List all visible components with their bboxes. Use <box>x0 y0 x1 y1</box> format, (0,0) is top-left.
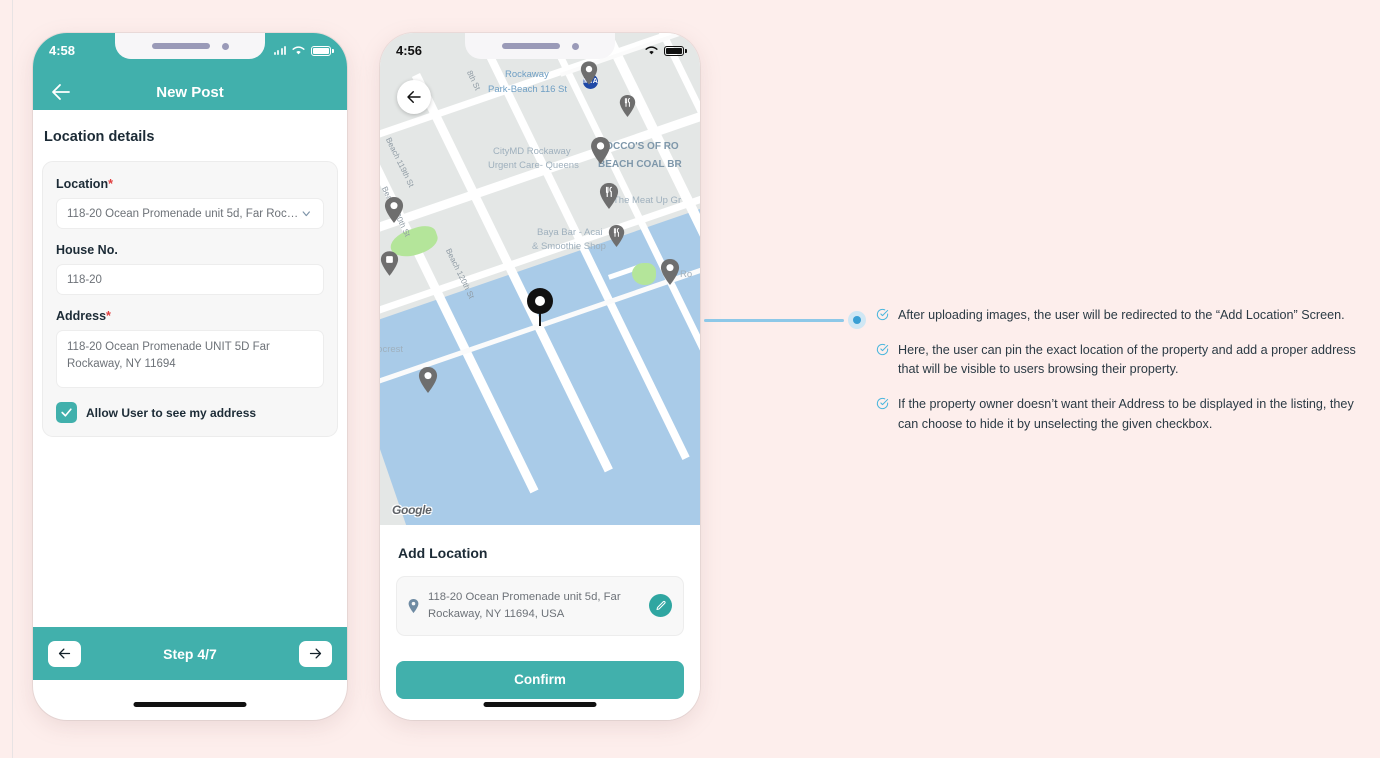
map-poi-pin-icon <box>591 137 610 164</box>
annotation-connector-dot <box>853 316 861 324</box>
phone1-content: Location details Location* 118-20 Ocean … <box>33 110 347 646</box>
pencil-icon <box>656 600 666 610</box>
check-circle-icon <box>876 398 889 410</box>
map-poi-label: Ro <box>680 269 693 280</box>
annotation-list: After uploading images, the user will be… <box>876 306 1362 450</box>
step-indicator: Step 4/7 <box>163 645 217 662</box>
check-circle-icon <box>876 308 889 321</box>
required-asterisk: * <box>108 177 113 191</box>
edit-address-button[interactable] <box>649 594 672 618</box>
map-transit-label: Rockaway <box>505 69 549 80</box>
map-poi-label: The Meat Up Gr <box>613 195 682 206</box>
page-edge-divider <box>12 0 13 758</box>
signal-dots-icon <box>273 46 286 55</box>
map-poi-label: CityMD Rockaway <box>493 146 571 157</box>
map-street-label: 8th St <box>464 69 483 92</box>
step-footer: Step 4/7 <box>33 627 347 680</box>
battery-icon <box>664 45 687 56</box>
map-view[interactable]: Beach 119th St Beach 120th St 8th St Bea… <box>380 33 700 525</box>
home-indicator <box>133 702 247 707</box>
restaurant-pin-icon <box>599 183 619 209</box>
house-no-value: 118-20 <box>67 273 102 286</box>
sheet-title: Add Location <box>398 545 488 561</box>
map-poi-label: rocrest <box>380 344 404 355</box>
allow-address-label: Allow User to see my address <box>86 405 257 420</box>
map-park-area <box>632 263 656 285</box>
phone-mockup-add-location: Beach 119th St Beach 120th St 8th St Bea… <box>380 33 700 720</box>
front-camera <box>571 42 579 50</box>
speaker-grille <box>151 43 210 49</box>
arrow-right-icon <box>309 648 322 659</box>
map-poi-pin-icon <box>418 367 438 393</box>
home-indicator <box>483 702 597 707</box>
arrow-left-icon <box>407 91 421 103</box>
annotation-item: After uploading images, the user will be… <box>876 306 1362 325</box>
chevron-down-icon <box>303 211 311 217</box>
google-watermark: Google <box>392 503 432 517</box>
phone2-notch <box>465 33 615 59</box>
annotation-item: If the property owner doesn’t want their… <box>876 395 1362 433</box>
page-left-edge <box>0 0 12 758</box>
annotation-item: Here, the user can pin the exact locatio… <box>876 341 1362 379</box>
battery-icon <box>311 45 334 56</box>
annotation-text: After uploading images, the user will be… <box>898 308 1345 322</box>
location-pin-icon <box>408 598 419 613</box>
arrow-left-icon <box>58 648 71 659</box>
required-asterisk: * <box>106 309 111 323</box>
location-select-value: 118-20 Ocean Promenade unit 5d, Far Rock… <box>67 207 301 220</box>
map-back-button[interactable] <box>397 80 431 114</box>
allow-address-checkbox-row[interactable]: Allow User to see my address <box>56 402 324 423</box>
allow-address-checkbox[interactable] <box>56 402 77 423</box>
next-step-button[interactable] <box>298 640 332 667</box>
location-field-label: Location* <box>56 177 113 191</box>
address-field-label: Address* <box>56 309 111 323</box>
restaurant-pin-icon <box>608 225 625 247</box>
house-no-input[interactable]: 118-20 <box>56 264 324 295</box>
map-poi-pin-icon <box>660 259 680 285</box>
check-icon <box>61 408 72 417</box>
map-poi-label: Urgent Care- Queens <box>488 160 579 171</box>
selected-location-marker-icon <box>527 288 553 326</box>
map-poi-pin-icon <box>384 197 404 223</box>
page-title: New Post <box>156 84 224 101</box>
map-poi-label: & Smoothie Shop <box>532 241 606 252</box>
annotation-text: Here, the user can pin the exact locatio… <box>898 343 1356 377</box>
prev-step-button[interactable] <box>48 640 81 667</box>
front-camera <box>221 42 229 50</box>
annotation-connector-line <box>704 319 844 322</box>
location-select[interactable]: 118-20 Ocean Promenade unit 5d, Far Rock… <box>56 198 324 229</box>
wifi-icon <box>645 46 658 55</box>
location-details-card: Location* 118-20 Ocean Promenade unit 5d… <box>42 161 338 437</box>
section-title: Location details <box>44 129 155 145</box>
status-time: 4:56 <box>396 43 423 58</box>
address-textarea[interactable]: 118-20 Ocean Promenade UNIT 5D Far Rocka… <box>56 330 324 388</box>
speaker-grille <box>501 43 560 49</box>
house-no-field-label: House No. <box>56 243 118 257</box>
map-street-label: Beach 119th St <box>383 136 416 189</box>
restaurant-pin-icon <box>619 95 636 117</box>
map-poi-pin-icon <box>380 251 399 276</box>
phone-mockup-new-post: New Post 4:58 Location details Location*… <box>33 33 347 720</box>
confirm-button[interactable]: Confirm <box>396 660 684 699</box>
wifi-icon <box>292 46 305 55</box>
phone1-notch <box>115 33 265 59</box>
selected-address-box[interactable]: 118-20 Ocean Promenade unit 5d, Far Rock… <box>396 576 684 636</box>
map-transit-label: Park-Beach 116 St <box>488 84 568 95</box>
annotation-text: If the property owner doesn’t want their… <box>898 397 1354 431</box>
address-value: 118-20 Ocean Promenade UNIT 5D Far Rocka… <box>67 341 270 371</box>
check-circle-icon <box>876 344 889 356</box>
map-poi-pin-icon <box>580 61 598 85</box>
map-poi-label: Baya Bar - Acai <box>537 227 603 238</box>
add-location-sheet: Add Location 118-20 Ocean Promenade unit… <box>380 525 700 720</box>
selected-address-text: 118-20 Ocean Promenade unit 5d, Far Rock… <box>428 591 621 620</box>
status-time: 4:58 <box>49 43 76 58</box>
